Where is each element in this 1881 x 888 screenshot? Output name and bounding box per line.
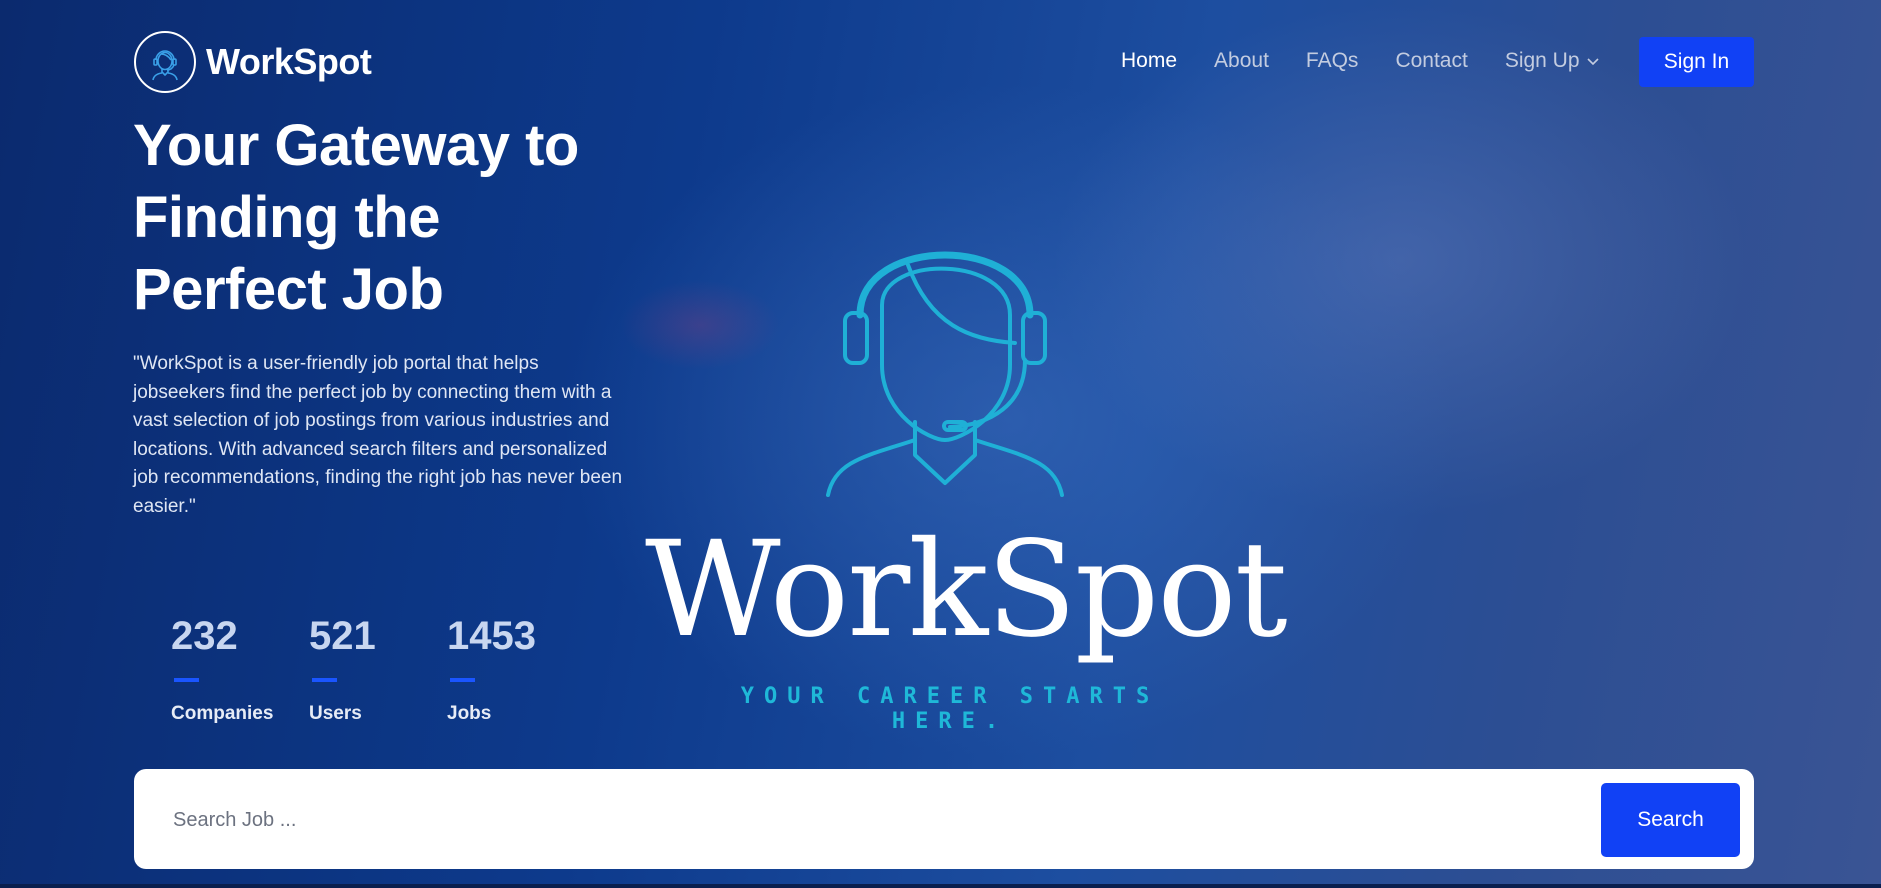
nav-signup-dropdown[interactable]: Sign Up [1505, 49, 1600, 73]
stat-users: 521 Users [309, 612, 447, 725]
search-input[interactable] [171, 797, 1475, 843]
stat-underline [174, 678, 199, 682]
stat-label: Jobs [447, 703, 492, 724]
nav-contact-link[interactable]: Contact [1395, 49, 1467, 73]
hero-title-line: Your Gateway to [133, 113, 579, 178]
hero-title-line: Finding the [133, 185, 441, 250]
brand-name: WorkSpot [206, 41, 372, 82]
nav-about-link[interactable]: About [1214, 49, 1269, 73]
center-logo-tagline: YOUR CAREER STARTS HERE. [740, 684, 1160, 734]
main-menu: Home About FAQs Contact Sign Up [1121, 49, 1637, 73]
stat-jobs: 1453 Jobs [447, 612, 585, 725]
page-bottom-edge [0, 884, 1881, 888]
nav-faqs-link[interactable]: FAQs [1306, 49, 1359, 73]
stats-row: 232 Companies 521 Users 1453 Jobs [171, 612, 585, 725]
chevron-down-icon [1586, 49, 1600, 73]
stat-label: Companies [171, 703, 274, 724]
sign-in-button[interactable]: Sign In [1639, 37, 1754, 87]
stat-value: 1453 [447, 614, 536, 658]
stat-value: 521 [309, 614, 376, 658]
stat-label: Users [309, 703, 362, 724]
stat-underline [312, 678, 337, 682]
hero-title-line: Perfect Job [133, 257, 444, 322]
top-navbar: WorkSpot Home About FAQs Contact Sign Up… [0, 0, 1881, 124]
stat-value: 232 [171, 614, 238, 658]
brand-link[interactable]: WorkSpot [134, 31, 372, 93]
headset-person-icon [134, 31, 196, 93]
hero-title: Your Gateway to Finding the Perfect Job [133, 110, 653, 326]
stat-underline [450, 678, 475, 682]
center-logo-wordmark: WorkSpot [645, 513, 1288, 667]
hero-description: "WorkSpot is a user-friendly job portal … [133, 353, 623, 517]
search-bar: Search [134, 769, 1754, 869]
nav-home-link[interactable]: Home [1121, 49, 1177, 73]
search-button[interactable]: Search [1601, 783, 1740, 857]
stat-companies: 232 Companies [171, 612, 309, 725]
headset-person-icon [820, 215, 1070, 510]
nav-signup-label: Sign Up [1504, 49, 1580, 72]
